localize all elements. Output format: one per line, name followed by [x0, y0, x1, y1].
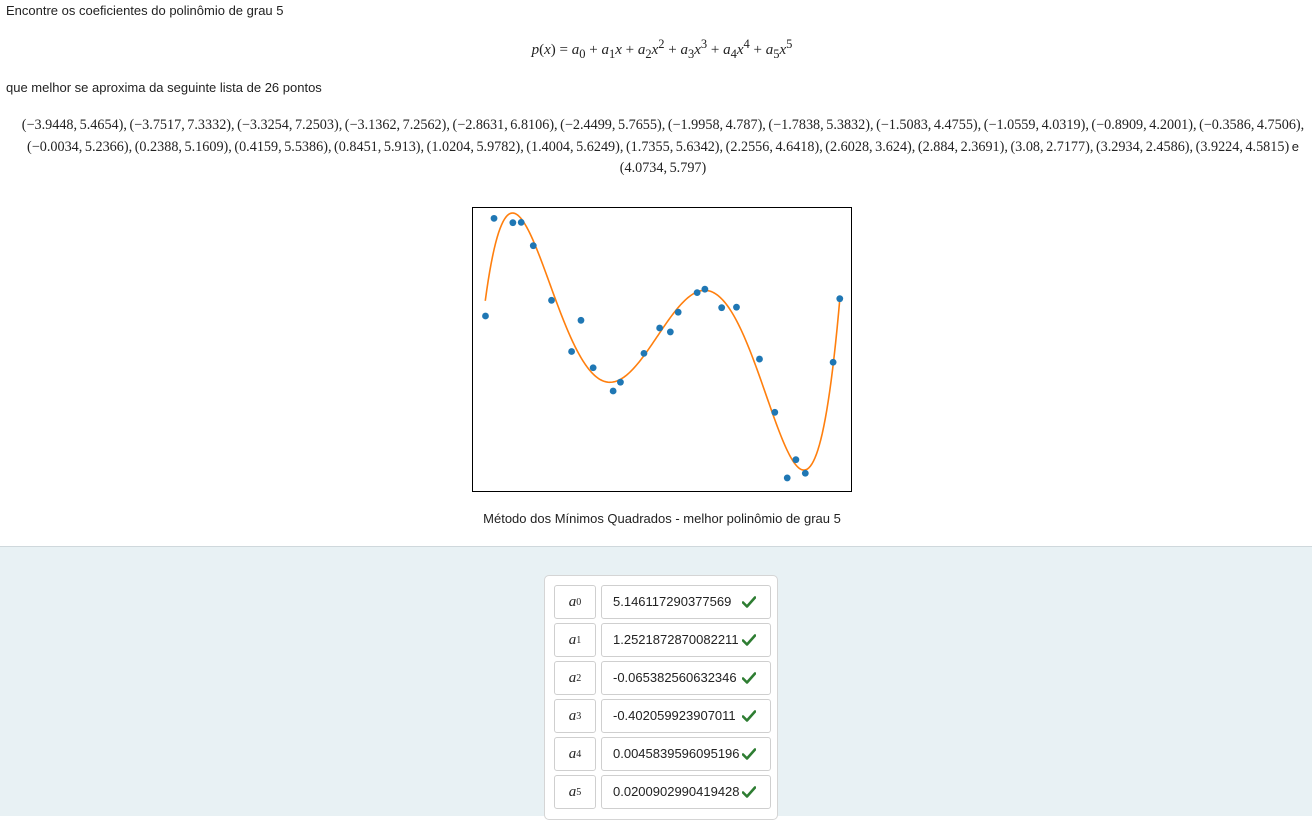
coefficient-value: -0.065382560632346	[613, 670, 737, 685]
data-point	[548, 296, 555, 304]
coefficient-input-a3[interactable]: -0.402059923907011	[601, 699, 771, 733]
point-coordinate: (−0.3586, 4.7506)	[1199, 117, 1301, 133]
coefficient-input-a4[interactable]: 0.0045839596095196	[601, 737, 771, 771]
data-point	[529, 242, 537, 250]
data-point	[609, 387, 617, 395]
least-squares-chart	[472, 207, 852, 492]
point-coordinate: (−3.9448, 5.4654)	[21, 117, 124, 133]
data-point	[674, 308, 682, 316]
data-point	[771, 408, 779, 416]
data-point	[801, 469, 809, 477]
coefficient-label: a3	[554, 699, 596, 733]
points-intro: que melhor se aproxima da seguinte lista…	[6, 80, 322, 95]
data-point	[656, 324, 664, 332]
data-point	[792, 456, 800, 464]
data-point	[490, 214, 498, 222]
data-point	[718, 304, 726, 312]
coefficient-value: -0.402059923907011	[613, 708, 736, 723]
polynomial-formula: p(x) = a0 + a1x + a2x2 + a3x3 + a4x4 + a…	[531, 37, 793, 61]
data-point	[733, 303, 740, 311]
point-coordinate: (1.7355, 5.6342)	[625, 139, 720, 155]
data-point	[666, 328, 674, 336]
coefficient-input-a2[interactable]: -0.065382560632346	[601, 661, 771, 695]
data-point	[829, 358, 837, 366]
point-coordinate: (−3.7517, 7.3332)	[129, 117, 232, 133]
point-coordinate: (0.2388, 5.1609)	[134, 139, 229, 155]
coefficient-input-a1[interactable]: 1.2521872870082211	[601, 623, 771, 657]
points-conjunction: e	[1291, 139, 1299, 154]
point-coordinate: (−3.1362, 7.2562)	[344, 117, 447, 133]
data-point	[589, 364, 597, 372]
point-coordinate: (−1.0559, 4.0319)	[983, 117, 1086, 133]
data-point	[568, 348, 575, 355]
point-coordinate: (2.884, 2.3691)	[917, 139, 1005, 155]
data-point	[756, 355, 763, 363]
data-point	[693, 289, 701, 296]
point-coordinate: (−2.8631, 6.8106)	[452, 117, 555, 133]
point-coordinate: (−2.4499, 5.7655)	[560, 117, 662, 133]
point-coordinate: (1.4004, 5.6249)	[526, 139, 620, 155]
coefficient-value: 0.0045839596095196	[613, 746, 740, 761]
coefficient-label: a0	[554, 585, 596, 619]
data-point	[482, 312, 489, 320]
chart-frame	[472, 207, 852, 492]
chart-caption: Método dos Mínimos Quadrados - melhor po…	[483, 511, 841, 526]
coefficient-value: 1.2521872870082211	[613, 632, 739, 647]
point-coordinate: (3.08, 2.7177)	[1010, 139, 1090, 155]
points-list: (−3.9448, 5.4654), (−3.7517, 7.3332), (−…	[21, 117, 1305, 176]
point-coordinate: (−3.3254, 7.2503)	[237, 117, 339, 133]
coefficient-value: 5.146117290377569	[613, 594, 732, 609]
data-point	[701, 285, 709, 293]
point-coordinate: (0.8451, 5.913)	[334, 139, 421, 155]
check-icon	[742, 710, 756, 722]
point-coordinate: (−0.0034, 5.2366)	[27, 139, 129, 155]
point-coordinate: (4.0734, 5.797)	[619, 160, 707, 176]
check-icon	[742, 748, 756, 760]
question-intro: Encontre os coeficientes do polinômio de…	[6, 3, 284, 18]
point-coordinate: (−1.7838, 5.3832)	[768, 117, 870, 133]
data-point	[836, 295, 844, 303]
point-coordinate: (3.2934, 2.4586)	[1095, 139, 1190, 155]
data-point	[517, 218, 525, 226]
answer-panel: a 0 5.146117290377569 a 1 1.2521872870082211 a…	[0, 546, 1312, 820]
point-coordinate: (−1.5083, 4.4755)	[876, 117, 978, 133]
coefficients-box: a 0 5.146117290377569 a 1 1.2521872870082211 a…	[544, 575, 778, 820]
data-point	[509, 219, 517, 227]
point-coordinate: (2.2556, 4.6418)	[725, 139, 820, 155]
point-coordinate: (−0.8909, 4.2001)	[1091, 117, 1193, 133]
point-coordinate: (1.0204, 5.9782)	[426, 139, 521, 155]
coefficient-label: a4	[554, 737, 596, 771]
data-point	[577, 316, 585, 324]
point-coordinate: (−1.9958, 4.787)	[667, 117, 763, 133]
coefficient-value: 0.0200902990419428	[613, 784, 740, 799]
coefficient-label: a5	[554, 775, 596, 809]
check-icon	[742, 786, 756, 798]
point-coordinate: (3.9224, 4.5815)	[1195, 139, 1290, 155]
check-icon	[742, 596, 756, 608]
data-point	[640, 349, 648, 357]
coefficient-label: a2	[554, 661, 596, 695]
point-coordinate: (0.4159, 5.5386)	[234, 139, 328, 155]
data-point	[783, 474, 791, 482]
check-icon	[742, 634, 756, 646]
coefficient-input-a5[interactable]: 0.0200902990419428	[601, 775, 771, 809]
data-point	[617, 378, 624, 386]
coefficient-label: a1	[554, 623, 596, 657]
coefficient-input-a0[interactable]: 5.146117290377569	[601, 585, 771, 619]
point-coordinate: (2.6028, 3.624)	[825, 139, 912, 155]
check-icon	[742, 672, 756, 684]
